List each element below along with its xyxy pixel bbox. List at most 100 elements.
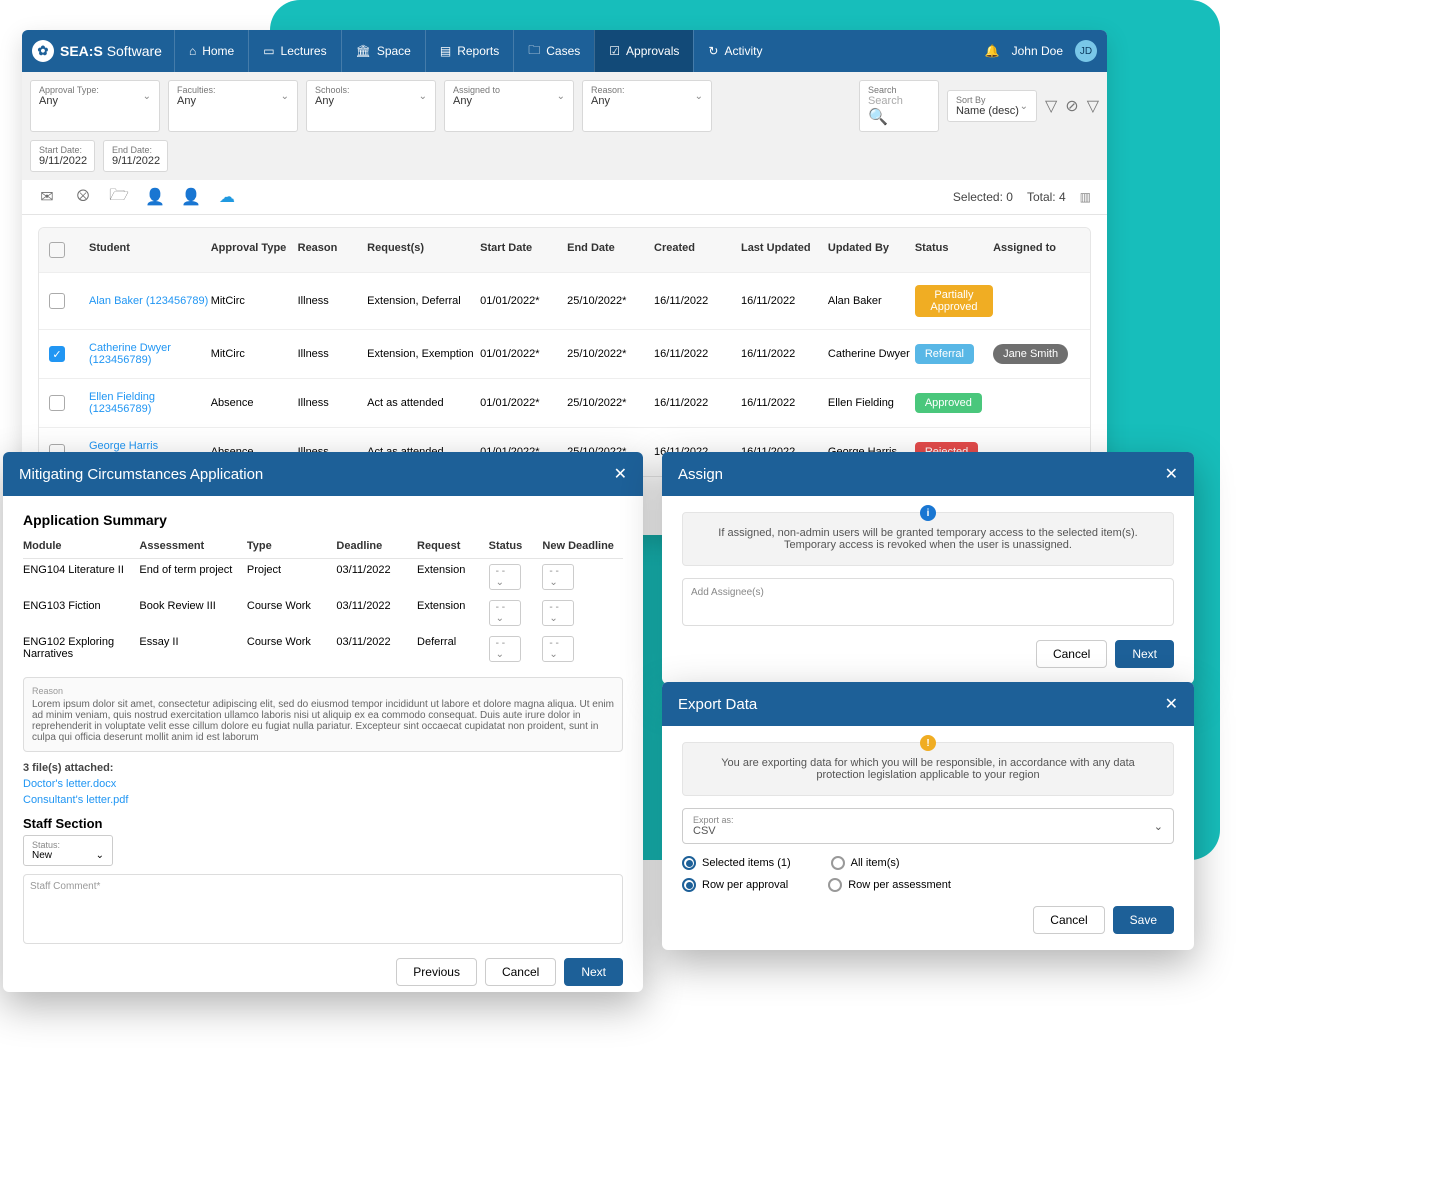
status-select[interactable]: Status: New⌄ bbox=[23, 835, 113, 866]
next-button[interactable]: Next bbox=[1115, 640, 1174, 668]
nav-lectures[interactable]: ▭Lectures bbox=[248, 30, 340, 72]
filter-schools[interactable]: Schools:Any⌄ bbox=[306, 80, 436, 132]
mail-remove-icon[interactable]: ⮾ bbox=[74, 188, 92, 206]
filter-approval-type[interactable]: Approval Type:Any⌄ bbox=[30, 80, 160, 132]
staff-comment-input[interactable]: Staff Comment* bbox=[23, 874, 623, 944]
brand-name: SEA:S bbox=[60, 43, 103, 59]
bell-icon[interactable]: 🔔 bbox=[985, 44, 1000, 58]
check-icon: ☑ bbox=[609, 44, 620, 58]
chevron-down-icon: ⌄ bbox=[143, 91, 151, 102]
close-icon[interactable]: ✕ bbox=[1165, 464, 1178, 484]
status-select[interactable]: - - ⌄ bbox=[489, 636, 521, 662]
export-format-select[interactable]: Export as:CSV ⌄ bbox=[682, 808, 1174, 844]
search-icon: 🔍 bbox=[868, 109, 888, 126]
clear-filter-icon[interactable]: ⊘ bbox=[1065, 96, 1078, 116]
radio-all-items[interactable]: All item(s) bbox=[831, 856, 900, 870]
table-row[interactable]: Ellen Fielding (123456789) AbsenceIllnes… bbox=[39, 378, 1090, 427]
dialog-header: Assign ✕ bbox=[662, 452, 1194, 496]
select-all-checkbox[interactable] bbox=[49, 242, 65, 258]
total-count: Total: 4 bbox=[1027, 190, 1066, 204]
newdeadline-select[interactable]: - - ⌄ bbox=[542, 636, 574, 662]
nav-space[interactable]: 🏛Space bbox=[341, 30, 425, 72]
main-nav: ⌂Home ▭Lectures 🏛Space ▤Reports 🗀Cases ☑… bbox=[174, 30, 777, 72]
filter-reason[interactable]: Reason:Any⌄ bbox=[582, 80, 712, 132]
brand-logo[interactable]: ✿ SEA:S Software bbox=[32, 40, 162, 62]
section-heading: Application Summary bbox=[23, 512, 623, 528]
table-header: StudentApproval TypeReasonRequest(s)Star… bbox=[39, 228, 1090, 272]
reason-textarea: Reason Lorem ipsum dolor sit amet, conse… bbox=[23, 677, 623, 752]
table-row[interactable]: ✓ Catherine Dwyer (123456789) MitCircIll… bbox=[39, 329, 1090, 378]
filter-icon[interactable]: ▽ bbox=[1045, 96, 1057, 116]
avatar[interactable]: JD bbox=[1075, 40, 1097, 62]
newdeadline-select[interactable]: - - ⌄ bbox=[542, 564, 574, 590]
action-toolbar: ✉ ⮾ 🗁 👤 👤 ☁ Selected: 0 Total: 4 ▥ bbox=[22, 180, 1107, 215]
nav-home[interactable]: ⌂Home bbox=[174, 30, 248, 72]
attachments: 3 file(s) attached: Doctor's letter.docx… bbox=[23, 762, 623, 806]
sort-select[interactable]: Sort ByName (desc)⌄ bbox=[947, 90, 1037, 122]
table-row[interactable]: Alan Baker (123456789) MitCircIllnessExt… bbox=[39, 272, 1090, 329]
summary-row: ENG103 FictionBook Review IIICourse Work… bbox=[23, 595, 623, 631]
nav-approvals[interactable]: ☑Approvals bbox=[594, 30, 693, 72]
radio-selected-items[interactable]: Selected items (1) bbox=[682, 856, 791, 870]
user-name[interactable]: John Doe bbox=[1012, 44, 1063, 58]
staff-section: Staff Section Status: New⌄ Staff Comment… bbox=[23, 816, 623, 944]
book-icon: ▭ bbox=[263, 44, 274, 58]
next-button[interactable]: Next bbox=[564, 958, 623, 986]
chevron-down-icon: ⌄ bbox=[1154, 820, 1163, 833]
filter-assigned[interactable]: Assigned toAny⌄ bbox=[444, 80, 574, 132]
assignee-input[interactable]: Add Assignee(s) bbox=[682, 578, 1174, 626]
cancel-button[interactable]: Cancel bbox=[1033, 906, 1104, 934]
close-icon[interactable]: ✕ bbox=[614, 464, 627, 484]
previous-button[interactable]: Previous bbox=[396, 958, 477, 986]
filter-faculties[interactable]: Faculties:Any⌄ bbox=[168, 80, 298, 132]
save-button[interactable]: Save bbox=[1113, 906, 1174, 934]
top-nav-bar: ✿ SEA:S Software ⌂Home ▭Lectures 🏛Space … bbox=[22, 30, 1107, 72]
close-icon[interactable]: ✕ bbox=[1165, 694, 1178, 714]
row-checkbox[interactable]: ✓ bbox=[49, 346, 65, 362]
student-link[interactable]: Catherine Dwyer (123456789) bbox=[89, 342, 211, 366]
status-badge: Approved bbox=[915, 393, 982, 413]
row-checkbox[interactable] bbox=[49, 293, 65, 309]
chevron-down-icon: ⌄ bbox=[1020, 101, 1028, 112]
nav-reports[interactable]: ▤Reports bbox=[425, 30, 513, 72]
search-input[interactable]: SearchSearch🔍 bbox=[859, 80, 939, 132]
cancel-button[interactable]: Cancel bbox=[1036, 640, 1107, 668]
mail-icon[interactable]: ✉ bbox=[38, 188, 56, 206]
start-date-input[interactable]: Start Date:9/11/2022 bbox=[30, 140, 95, 172]
status-badge: Referral bbox=[915, 344, 974, 364]
dialog-title: Assign bbox=[678, 466, 723, 483]
chevron-down-icon: ⌄ bbox=[419, 91, 427, 102]
nav-activity[interactable]: ↻Activity bbox=[693, 30, 776, 72]
status-select[interactable]: - - ⌄ bbox=[489, 564, 521, 590]
newdeadline-select[interactable]: - - ⌄ bbox=[542, 600, 574, 626]
clock-icon: ↻ bbox=[708, 44, 718, 58]
chevron-down-icon: ⌄ bbox=[96, 850, 104, 861]
summary-row: ENG104 Literature IIEnd of term projectP… bbox=[23, 559, 623, 595]
mitigating-circumstances-dialog: Mitigating Circumstances Application ✕ A… bbox=[3, 452, 643, 992]
folder-open-icon[interactable]: 🗁 bbox=[110, 188, 128, 206]
cloud-icon[interactable]: ☁ bbox=[218, 188, 236, 206]
nav-cases[interactable]: 🗀Cases bbox=[513, 30, 594, 72]
leaf-icon: ✿ bbox=[32, 40, 54, 62]
radio-row-per-assessment[interactable]: Row per assessment bbox=[828, 878, 951, 892]
file-link[interactable]: Consultant's letter.pdf bbox=[23, 794, 623, 806]
user-add-icon[interactable]: 👤 bbox=[146, 188, 164, 206]
cancel-button[interactable]: Cancel bbox=[485, 958, 556, 986]
info-banner: i If assigned, non-admin users will be g… bbox=[682, 512, 1174, 566]
columns-icon[interactable]: ▥ bbox=[1080, 190, 1091, 204]
dialog-title: Mitigating Circumstances Application bbox=[19, 466, 263, 483]
student-link[interactable]: Alan Baker (123456789) bbox=[89, 295, 211, 307]
selected-count: Selected: 0 bbox=[953, 190, 1013, 204]
assign-dialog: Assign ✕ i If assigned, non-admin users … bbox=[662, 452, 1194, 684]
end-date-input[interactable]: End Date:9/11/2022 bbox=[103, 140, 168, 172]
radio-row-per-approval[interactable]: Row per approval bbox=[682, 878, 788, 892]
status-select[interactable]: - - ⌄ bbox=[489, 600, 521, 626]
user-remove-icon[interactable]: 👤 bbox=[182, 188, 200, 206]
student-link[interactable]: Ellen Fielding (123456789) bbox=[89, 391, 211, 415]
dialog-title: Export Data bbox=[678, 696, 757, 713]
row-checkbox[interactable] bbox=[49, 395, 65, 411]
filter-bar: Approval Type:Any⌄ Faculties:Any⌄ School… bbox=[22, 72, 1107, 140]
chevron-down-icon: ⌄ bbox=[695, 91, 703, 102]
filter-alt-icon[interactable]: ▽ bbox=[1087, 96, 1099, 116]
file-link[interactable]: Doctor's letter.docx bbox=[23, 778, 623, 790]
